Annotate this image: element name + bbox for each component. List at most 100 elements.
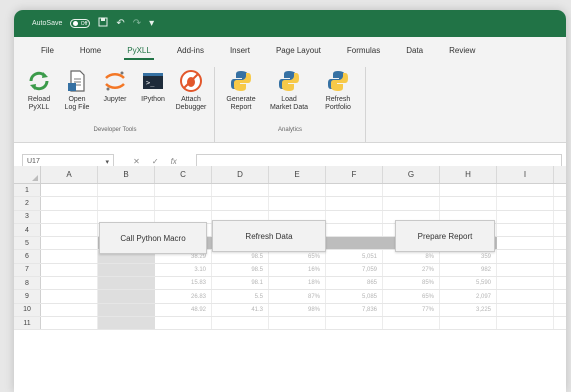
- prepare-report-button[interactable]: Prepare Report: [395, 220, 495, 252]
- grid-cell[interactable]: [41, 250, 98, 263]
- call-python-macro-button[interactable]: Call Python Macro: [99, 222, 207, 254]
- ipython-button[interactable]: >_ IPython: [134, 67, 172, 125]
- attach-debugger-button[interactable]: Attach Debugger: [172, 67, 210, 125]
- save-icon[interactable]: [98, 17, 108, 30]
- grid-cell[interactable]: [269, 184, 326, 197]
- tab-add-ins[interactable]: Add-ins: [164, 46, 217, 63]
- grid-cell[interactable]: [98, 277, 155, 290]
- grid-cell[interactable]: [497, 277, 554, 290]
- row-header[interactable]: 5: [14, 237, 41, 250]
- redo-icon[interactable]: ↷: [133, 18, 141, 29]
- customize-icon[interactable]: ▾: [149, 18, 154, 29]
- grid-cell[interactable]: 3,225: [440, 303, 497, 316]
- grid-cell[interactable]: [383, 197, 440, 210]
- grid-cell[interactable]: [383, 184, 440, 197]
- grid-cell[interactable]: [326, 316, 383, 330]
- refresh-data-button[interactable]: Refresh Data: [212, 220, 326, 252]
- grid-cell[interactable]: 16%: [269, 263, 326, 277]
- row-header[interactable]: 9: [14, 290, 41, 303]
- grid-cell[interactable]: 359: [440, 250, 497, 263]
- grid-cell[interactable]: [497, 197, 554, 210]
- undo-icon[interactable]: ↶: [116, 18, 124, 29]
- jupyter-button[interactable]: Jupyter: [96, 67, 134, 125]
- grid-cell[interactable]: [326, 197, 383, 210]
- column-header[interactable]: A: [41, 166, 98, 183]
- row-header[interactable]: 2: [14, 197, 41, 210]
- grid-cell[interactable]: 865: [326, 277, 383, 290]
- grid-cell[interactable]: [326, 237, 383, 250]
- grid-cell[interactable]: 98.5: [212, 250, 269, 263]
- generate-report-button[interactable]: Generate Report: [219, 67, 263, 125]
- grid-cell[interactable]: 7,836: [326, 303, 383, 316]
- grid-cell[interactable]: [98, 290, 155, 303]
- autosave-toggle[interactable]: Off: [70, 19, 91, 28]
- tab-home[interactable]: Home: [67, 46, 114, 63]
- grid-cell[interactable]: [98, 197, 155, 210]
- row-header[interactable]: 6: [14, 250, 41, 263]
- open-log-file-button[interactable]: Open Log File: [58, 67, 96, 125]
- grid-cell[interactable]: [98, 263, 155, 277]
- grid-cell[interactable]: [41, 184, 98, 197]
- select-all-corner[interactable]: [14, 166, 41, 183]
- grid-cell[interactable]: [497, 290, 554, 303]
- grid-cell[interactable]: 65%: [383, 290, 440, 303]
- grid-cell[interactable]: [41, 223, 98, 237]
- column-header[interactable]: E: [269, 166, 326, 183]
- column-header[interactable]: D: [212, 166, 269, 183]
- grid-cell[interactable]: 85%: [383, 277, 440, 290]
- grid-cell[interactable]: 5,590: [440, 277, 497, 290]
- tab-data[interactable]: Data: [393, 46, 436, 63]
- grid-cell[interactable]: 27%: [383, 263, 440, 277]
- row-header[interactable]: 7: [14, 263, 41, 277]
- tab-insert[interactable]: Insert: [217, 46, 263, 63]
- row-header[interactable]: 11: [14, 316, 41, 330]
- tab-review[interactable]: Review: [436, 46, 488, 63]
- column-header[interactable]: B: [98, 166, 155, 183]
- grid-cell[interactable]: [98, 316, 155, 330]
- grid-cell[interactable]: [212, 184, 269, 197]
- grid-cell[interactable]: [41, 277, 98, 290]
- grid-cell[interactable]: [41, 316, 98, 330]
- grid-cell[interactable]: [326, 210, 383, 223]
- grid-cell[interactable]: 5.5: [212, 290, 269, 303]
- grid-cell[interactable]: [269, 316, 326, 330]
- grid-cell[interactable]: [383, 316, 440, 330]
- grid-cell[interactable]: [155, 197, 212, 210]
- grid-cell[interactable]: [41, 237, 98, 250]
- grid-cell[interactable]: 5,085: [326, 290, 383, 303]
- grid-cell[interactable]: [269, 197, 326, 210]
- row-header[interactable]: 4: [14, 223, 41, 237]
- tab-file[interactable]: File: [28, 46, 67, 63]
- row-header[interactable]: 1: [14, 184, 41, 197]
- grid-cell[interactable]: 18%: [269, 277, 326, 290]
- grid-cell[interactable]: [497, 250, 554, 263]
- grid-cell[interactable]: 77%: [383, 303, 440, 316]
- enter-icon[interactable]: ✓: [152, 157, 159, 166]
- grid-cell[interactable]: 26.83: [155, 290, 212, 303]
- grid-cell[interactable]: 5,051: [326, 250, 383, 263]
- grid-cell[interactable]: [497, 263, 554, 277]
- grid-cell[interactable]: [212, 316, 269, 330]
- grid-cell[interactable]: [41, 263, 98, 277]
- cancel-icon[interactable]: ✕: [133, 157, 140, 166]
- grid-cell[interactable]: [497, 223, 554, 237]
- grid-cell[interactable]: 98.5: [212, 263, 269, 277]
- grid-cell[interactable]: 98%: [269, 303, 326, 316]
- grid-cell[interactable]: 98.1: [212, 277, 269, 290]
- grid-cell[interactable]: [41, 197, 98, 210]
- grid-cell[interactable]: [497, 303, 554, 316]
- grid-cell[interactable]: [497, 237, 554, 250]
- grid-cell[interactable]: 8%: [383, 250, 440, 263]
- column-header[interactable]: H: [440, 166, 497, 183]
- row-header[interactable]: 3: [14, 210, 41, 223]
- grid-cell[interactable]: [440, 184, 497, 197]
- reload-pyxll-button[interactable]: Reload PyXLL: [20, 67, 58, 125]
- grid-cell[interactable]: [497, 316, 554, 330]
- grid-cell[interactable]: [155, 316, 212, 330]
- grid-cell[interactable]: [440, 197, 497, 210]
- tab-pyxll[interactable]: PyXLL: [114, 46, 164, 63]
- grid-cell[interactable]: [41, 303, 98, 316]
- grid-cell[interactable]: [98, 184, 155, 197]
- grid-cell[interactable]: [440, 316, 497, 330]
- grid-cell[interactable]: 7,059: [326, 263, 383, 277]
